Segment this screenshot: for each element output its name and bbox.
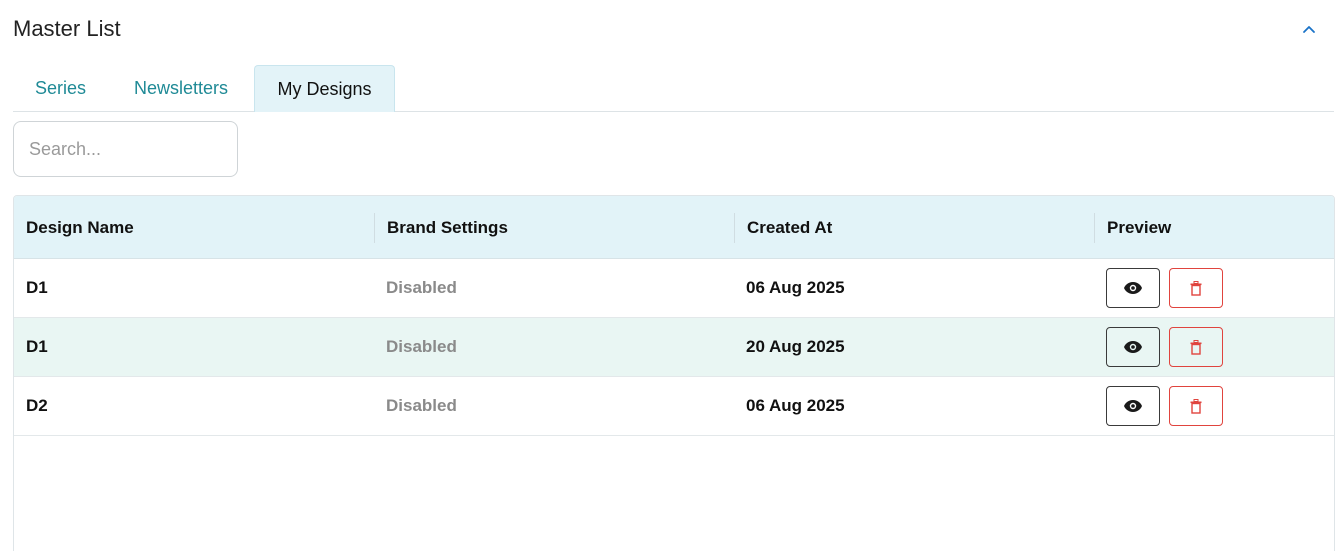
- design-name-cell: D1: [26, 337, 48, 356]
- design-name-cell: D2: [26, 396, 48, 415]
- trash-icon: [1190, 339, 1202, 355]
- eye-icon: [1124, 341, 1142, 353]
- preview-actions-cell: [1094, 377, 1334, 435]
- trash-icon: [1190, 398, 1202, 414]
- table-row: D1 Disabled 06 Aug 2025: [14, 259, 1334, 318]
- brand-settings-cell: Disabled: [386, 396, 457, 415]
- trash-icon: [1190, 280, 1202, 296]
- created-at-cell: 20 Aug 2025: [746, 337, 845, 356]
- chevron-up-icon: [1303, 26, 1315, 33]
- delete-button[interactable]: [1169, 327, 1223, 367]
- table-row: D2 Disabled 06 Aug 2025: [14, 377, 1334, 436]
- eye-icon: [1124, 282, 1142, 294]
- created-at-cell: 06 Aug 2025: [746, 396, 845, 415]
- table-row: D1 Disabled 20 Aug 2025: [14, 318, 1334, 377]
- created-at-cell: 06 Aug 2025: [746, 278, 845, 297]
- preview-button[interactable]: [1106, 268, 1160, 308]
- designs-table: Design Name Brand Settings Created At Pr…: [13, 195, 1335, 551]
- collapse-button[interactable]: [1298, 18, 1320, 40]
- eye-icon: [1124, 400, 1142, 412]
- design-name-cell: D1: [26, 278, 48, 297]
- master-list-panel: Master List Series Newsletters My Design…: [0, 0, 1340, 551]
- preview-button[interactable]: [1106, 386, 1160, 426]
- tab-series[interactable]: Series: [13, 65, 108, 112]
- column-header-preview: Preview: [1094, 213, 1334, 243]
- page-title: Master List: [13, 16, 121, 41]
- table-header: Design Name Brand Settings Created At Pr…: [14, 196, 1334, 259]
- brand-settings-cell: Disabled: [386, 337, 457, 356]
- preview-actions-cell: [1094, 259, 1334, 317]
- preview-actions-cell: [1094, 318, 1334, 376]
- brand-settings-cell: Disabled: [386, 278, 457, 297]
- column-header-created-at: Created At: [734, 213, 1094, 243]
- search-input[interactable]: [13, 121, 238, 177]
- delete-button[interactable]: [1169, 268, 1223, 308]
- column-header-design-name: Design Name: [26, 217, 134, 237]
- preview-button[interactable]: [1106, 327, 1160, 367]
- delete-button[interactable]: [1169, 386, 1223, 426]
- panel-header: Master List: [0, 0, 1340, 60]
- tab-newsletters[interactable]: Newsletters: [112, 65, 250, 112]
- tab-my-designs[interactable]: My Designs: [254, 65, 395, 112]
- column-header-brand-settings: Brand Settings: [374, 213, 734, 243]
- tab-bar: Series Newsletters My Designs: [13, 65, 1334, 112]
